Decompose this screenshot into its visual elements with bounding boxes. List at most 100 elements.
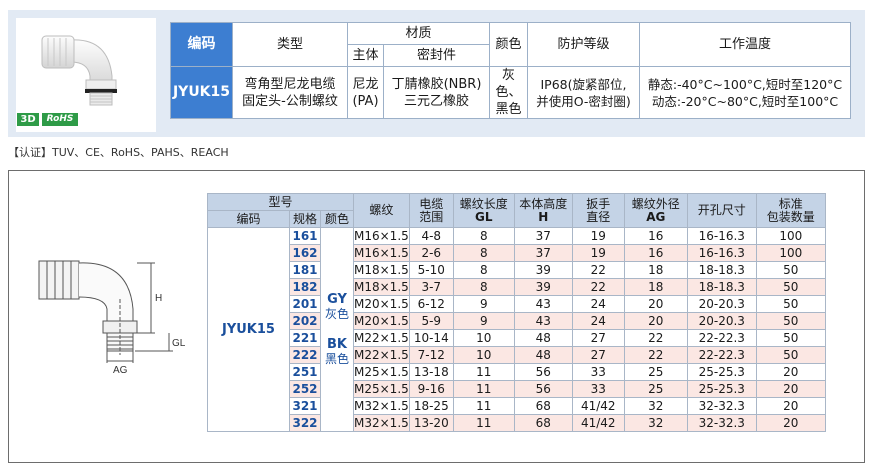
hole-cell: 18-18.3 bbox=[686, 261, 757, 279]
ag-cell: 18 bbox=[623, 261, 688, 279]
h-cell: 48 bbox=[513, 329, 573, 347]
header-package-qty: 标准 包装数量 bbox=[755, 193, 826, 228]
header-hole-size: 开孔尺寸 bbox=[686, 193, 757, 228]
table-row: 322 M32×1.5 13-20 11 68 41/42 32 32-32.3 20 bbox=[208, 414, 826, 432]
range-cell: 13-20 bbox=[408, 414, 454, 432]
pack-cell: 50 bbox=[755, 261, 826, 279]
header-code: 编码 bbox=[207, 210, 290, 228]
wrench-cell: 41/42 bbox=[571, 397, 625, 415]
h-cell: 68 bbox=[513, 397, 573, 415]
pack-cell: 50 bbox=[755, 346, 826, 364]
wrench-cell: 41/42 bbox=[571, 414, 625, 432]
thread-cell: M20×1.5 bbox=[353, 312, 410, 330]
hole-cell: 32-32.3 bbox=[686, 397, 757, 415]
spec-cell: 222 bbox=[289, 346, 321, 364]
header-body-height: 本体高度 H bbox=[513, 193, 573, 228]
wrench-cell: 24 bbox=[571, 312, 625, 330]
technical-drawing: H GL AG bbox=[38, 260, 186, 376]
range-cell: 2-6 bbox=[408, 244, 454, 262]
spec-cell: 181 bbox=[289, 261, 321, 279]
spec-type: 弯角型尼龙电缆 固定头-公制螺纹 bbox=[232, 66, 348, 119]
table-row: 221 M22×1.5 10-14 10 48 27 22 22-22.3 50 bbox=[208, 329, 826, 347]
spec-cell: 221 bbox=[289, 329, 321, 347]
ag-cell: 16 bbox=[623, 227, 688, 245]
header-color: 颜色 bbox=[489, 22, 528, 67]
table-row: 252 M25×1.5 9-16 11 56 33 25 25-25.3 20 bbox=[208, 380, 826, 398]
dimension-table: 型号 螺纹 电缆 范围 螺纹长度 GL 本体高度 H 扳手 直径 螺纹外径 AG 开孔尺寸… bbox=[207, 193, 826, 432]
hole-cell: 20-20.3 bbox=[686, 312, 757, 330]
pack-cell: 20 bbox=[755, 397, 826, 415]
range-cell: 5-9 bbox=[408, 312, 454, 330]
range-cell: 4-8 bbox=[408, 227, 454, 245]
thread-cell: M16×1.5 bbox=[353, 244, 410, 262]
gl-cell: 11 bbox=[452, 380, 515, 398]
pack-cell: 20 bbox=[755, 414, 826, 432]
hole-cell: 16-16.3 bbox=[686, 244, 757, 262]
wrench-cell: 19 bbox=[571, 227, 625, 245]
gl-cell: 11 bbox=[452, 363, 515, 381]
thread-cell: M22×1.5 bbox=[353, 346, 410, 364]
thread-cell: M16×1.5 bbox=[353, 227, 410, 245]
pack-cell: 20 bbox=[755, 380, 826, 398]
thread-cell: M25×1.5 bbox=[353, 363, 410, 381]
hole-cell: 25-25.3 bbox=[686, 363, 757, 381]
pack-cell: 50 bbox=[755, 295, 826, 313]
gl-cell: 10 bbox=[452, 346, 515, 364]
gl-cell: 9 bbox=[452, 295, 515, 313]
range-cell: 13-18 bbox=[408, 363, 454, 381]
table-row: 222 M22×1.5 7-12 10 48 27 22 22-22.3 50 bbox=[208, 346, 826, 364]
rohs-badge: RoHS bbox=[42, 113, 78, 126]
model-code-cell: JYUK15 bbox=[207, 227, 290, 432]
gl-cell: 8 bbox=[452, 244, 515, 262]
h-cell: 43 bbox=[513, 312, 573, 330]
gl-dimension-label: GL bbox=[172, 338, 186, 349]
wrench-cell: 22 bbox=[571, 278, 625, 296]
h-cell: 37 bbox=[513, 227, 573, 245]
spec-cell: 182 bbox=[289, 278, 321, 296]
ag-cell: 25 bbox=[623, 363, 688, 381]
thread-cell: M18×1.5 bbox=[353, 261, 410, 279]
hole-cell: 22-22.3 bbox=[686, 329, 757, 347]
header-wrench-size: 扳手 直径 bbox=[571, 193, 625, 228]
hole-cell: 32-32.3 bbox=[686, 414, 757, 432]
header-material: 材质 bbox=[347, 22, 490, 45]
spec-code: JYUK15 bbox=[170, 66, 233, 119]
thread-cell: M25×1.5 bbox=[353, 380, 410, 398]
certification-line: 【认证】TUV、CE、RoHS、PAHS、REACH bbox=[8, 146, 229, 159]
spec-cell: 322 bbox=[289, 414, 321, 432]
thread-cell: M32×1.5 bbox=[353, 397, 410, 415]
spec-cell: 162 bbox=[289, 244, 321, 262]
header-cable-range: 电缆 范围 bbox=[408, 193, 454, 228]
header-temperature: 工作温度 bbox=[639, 22, 851, 67]
gl-cell: 11 bbox=[452, 397, 515, 415]
hole-cell: 22-22.3 bbox=[686, 346, 757, 364]
header-code: 编码 bbox=[170, 22, 233, 67]
range-cell: 6-12 bbox=[408, 295, 454, 313]
hole-cell: 20-20.3 bbox=[686, 295, 757, 313]
spec-cell: 251 bbox=[289, 363, 321, 381]
ag-cell: 22 bbox=[623, 346, 688, 364]
h-cell: 37 bbox=[513, 244, 573, 262]
header-thread-od: 螺纹外径 AG bbox=[623, 193, 688, 228]
gl-cell: 10 bbox=[452, 329, 515, 347]
header-type: 类型 bbox=[232, 22, 348, 67]
header-model: 型号 bbox=[207, 193, 354, 211]
table-row: 202 M20×1.5 5-9 9 43 24 20 20-20.3 50 bbox=[208, 312, 826, 330]
h-cell: 39 bbox=[513, 261, 573, 279]
pack-cell: 50 bbox=[755, 278, 826, 296]
spec-cell: 252 bbox=[289, 380, 321, 398]
header-thread: 螺纹 bbox=[353, 193, 410, 228]
range-cell: 18-25 bbox=[408, 397, 454, 415]
thread-cell: M18×1.5 bbox=[353, 278, 410, 296]
ag-cell: 32 bbox=[623, 414, 688, 432]
h-cell: 43 bbox=[513, 295, 573, 313]
gl-cell: 9 bbox=[452, 312, 515, 330]
spec-seal-material: 丁腈橡胶(NBR) 三元乙橡胶 bbox=[383, 66, 490, 119]
gl-cell: 8 bbox=[452, 261, 515, 279]
gl-cell: 8 bbox=[452, 227, 515, 245]
pack-cell: 50 bbox=[755, 312, 826, 330]
range-cell: 3-7 bbox=[408, 278, 454, 296]
header-color: 颜色 bbox=[320, 210, 354, 228]
h-cell: 68 bbox=[513, 414, 573, 432]
h-cell: 56 bbox=[513, 380, 573, 398]
